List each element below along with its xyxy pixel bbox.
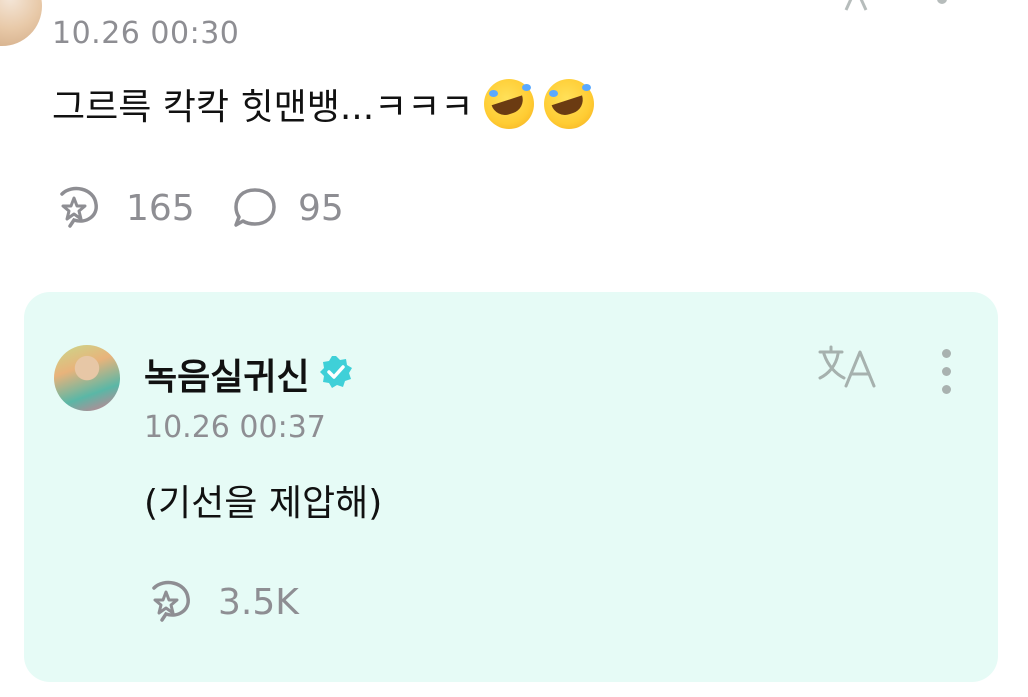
dot xyxy=(941,349,951,358)
comment-count: 95 xyxy=(298,187,344,229)
post-text-row: 그르륵 칵칵 힛맨뱅...ㅋㅋㅋ xyxy=(52,78,594,130)
rofl-emoji-icon xyxy=(483,79,534,129)
author-row: 녹음실귀신 xyxy=(144,348,354,400)
repost-button[interactable]: 3.5K xyxy=(144,580,299,624)
more-options-button[interactable] xyxy=(936,349,956,394)
repost-icon xyxy=(60,186,98,228)
reply-timestamp: 10.26 00:37 xyxy=(144,410,326,445)
verified-badge-icon xyxy=(318,354,354,394)
comment-bubble-icon xyxy=(234,188,276,227)
avatar[interactable] xyxy=(54,345,120,411)
dot xyxy=(941,367,951,376)
rofl-emoji-icon xyxy=(543,79,594,129)
translate-icon[interactable] xyxy=(842,0,882,19)
reply-text: (기선을 제압해) xyxy=(144,483,383,524)
repost-icon xyxy=(152,580,190,622)
more-options-icon[interactable] xyxy=(937,0,947,4)
post-text: 그르륵 칵칵 힛맨뱅...ㅋㅋㅋ xyxy=(52,87,474,128)
repost-count: 3.5K xyxy=(218,581,299,623)
translate-icon xyxy=(818,345,876,388)
post-timestamp: 10.26 00:30 xyxy=(52,16,240,51)
repost-button[interactable]: 165 xyxy=(52,186,195,230)
author-name[interactable]: 녹음실귀신 xyxy=(144,348,310,400)
comment-button[interactable]: 95 xyxy=(232,186,344,230)
avatar[interactable] xyxy=(0,0,42,46)
translate-button[interactable] xyxy=(816,344,878,396)
dot xyxy=(941,385,951,394)
repost-count: 165 xyxy=(126,187,195,229)
